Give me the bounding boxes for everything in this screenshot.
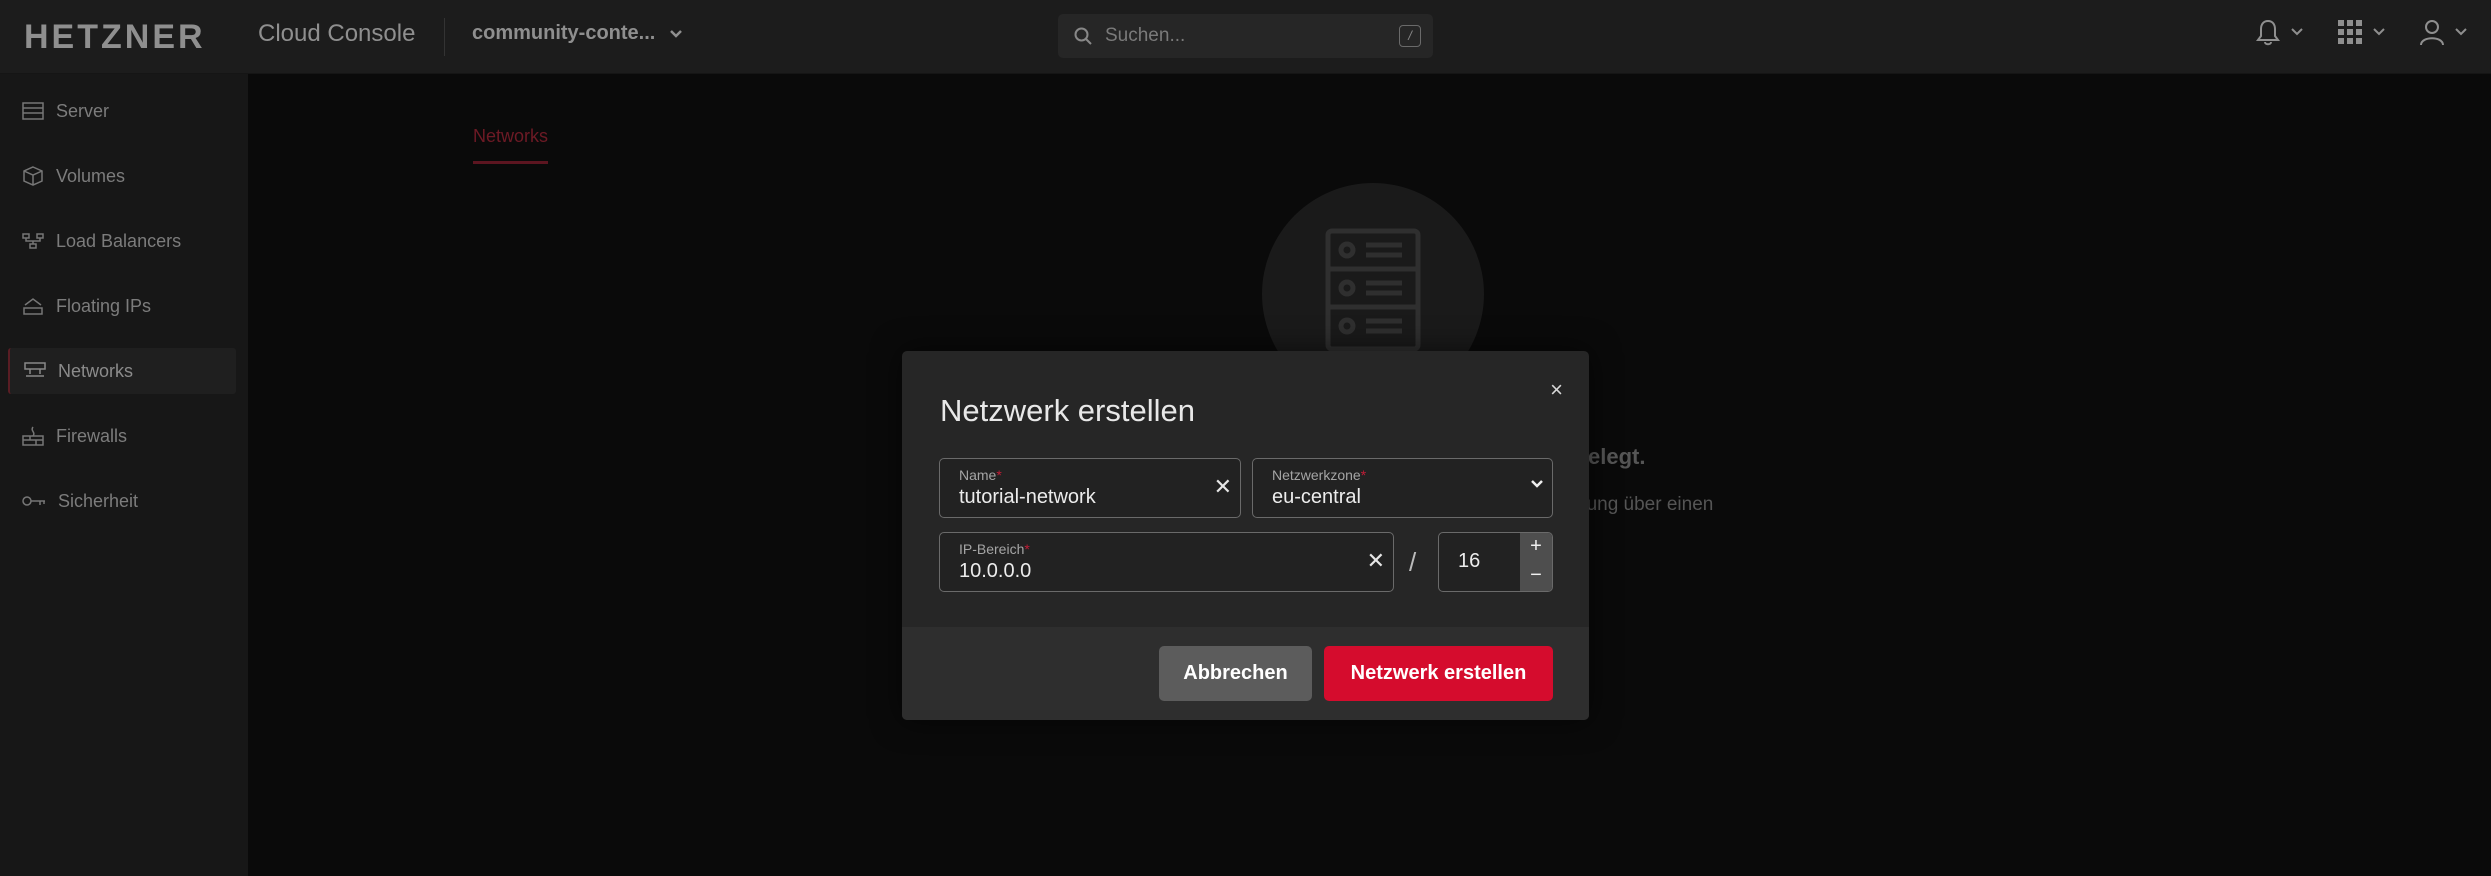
network-zone-select[interactable]: Netzwerkzone* eu-central — [1252, 458, 1553, 518]
sidebar-item-label: Networks — [58, 360, 134, 381]
sidebar-item-label: Sicherheit — [58, 490, 139, 511]
chevron-down-icon — [2455, 28, 2467, 36]
key-icon — [22, 496, 45, 506]
tab-networks[interactable]: Networks — [473, 126, 549, 164]
dialog-title: Netzwerk erstellen — [940, 393, 1195, 428]
bell-icon — [2256, 19, 2280, 46]
sidebar-item-volumes[interactable]: Volumes — [8, 153, 236, 199]
project-selector[interactable]: community-conte... — [472, 22, 683, 45]
create-network-button[interactable]: Netzwerk erstellen — [1324, 646, 1553, 701]
top-bar: HETZNER Cloud Console community-conte...… — [0, 0, 2491, 74]
stepper-controls: + − — [1520, 533, 1552, 591]
empty-state-heading: elegt. — [1588, 444, 1646, 469]
sidebar-item-label: Floating IPs — [56, 295, 152, 316]
sidebar-item-label: Load Balancers — [56, 230, 182, 251]
project-name: community-conte... — [472, 22, 656, 44]
zone-value: eu-central — [1272, 486, 1361, 508]
chevron-down-icon — [2373, 28, 2385, 36]
sidebar-item-label: Volumes — [56, 165, 126, 186]
ip-range-field[interactable]: IP-Bereich* 10.0.0.0 ✕ — [939, 532, 1394, 592]
floating-ip-icon — [23, 298, 43, 315]
account-button[interactable] — [2419, 18, 2467, 46]
close-icon[interactable]: × — [1550, 377, 1563, 403]
network-icon — [24, 362, 46, 377]
name-label: Name* — [959, 467, 1002, 483]
name-field[interactable]: Name* tutorial-network ✕ — [939, 458, 1241, 518]
load-balancer-icon — [22, 233, 44, 249]
sidebar-item-floating-ips[interactable]: Floating IPs — [8, 283, 236, 329]
cancel-button[interactable]: Abbrechen — [1159, 646, 1312, 701]
clear-name-icon[interactable]: ✕ — [1214, 474, 1232, 500]
search-placeholder: Suchen... — [1105, 25, 1186, 46]
sidebar-item-sicherheit[interactable]: Sicherheit — [8, 478, 236, 524]
chevron-down-icon — [670, 29, 683, 38]
top-actions — [2255, 18, 2467, 46]
ip-range-label: IP-Bereich* — [959, 541, 1030, 557]
user-icon — [2420, 20, 2444, 46]
sidebar-item-server[interactable]: Server — [8, 88, 236, 134]
apps-button[interactable] — [2337, 19, 2385, 45]
search-input[interactable]: Suchen... / — [1058, 14, 1433, 58]
sidebar: Server Volumes Load Balancers Floating I… — [0, 74, 248, 876]
product-name: Cloud Console — [258, 20, 416, 47]
increment-icon[interactable]: + — [1520, 533, 1552, 562]
divider — [444, 18, 445, 56]
ip-range-value: 10.0.0.0 — [959, 560, 1032, 582]
firewall-icon — [22, 426, 44, 446]
volume-icon — [23, 166, 43, 186]
prefix-length-value: 16 — [1458, 550, 1481, 572]
zone-label: Netzwerkzone* — [1272, 467, 1367, 483]
search-icon — [1074, 27, 1092, 45]
server-icon — [22, 102, 44, 120]
name-value: tutorial-network — [959, 486, 1096, 508]
create-network-dialog: Netzwerk erstellen × Name* tutorial-netw… — [902, 351, 1589, 720]
chevron-down-icon — [2291, 28, 2303, 36]
search-shortcut-hint: / — [1399, 25, 1421, 47]
decrement-icon[interactable]: − — [1520, 562, 1552, 591]
sidebar-item-firewalls[interactable]: Firewalls — [8, 413, 236, 459]
sidebar-item-label: Server — [56, 100, 110, 121]
prefix-separator: / — [1409, 547, 1417, 577]
sidebar-item-networks[interactable]: Networks — [8, 348, 236, 394]
notifications-button[interactable] — [2255, 18, 2303, 46]
sidebar-item-label: Firewalls — [56, 425, 128, 446]
grid-icon — [2338, 20, 2362, 44]
chevron-down-icon — [1531, 480, 1543, 488]
clear-ip-icon[interactable]: ✕ — [1367, 548, 1385, 574]
empty-state-text: dung über einen — [1576, 494, 1714, 515]
sidebar-item-load-balancers[interactable]: Load Balancers — [8, 218, 236, 264]
hetzner-logo[interactable]: HETZNER — [24, 18, 206, 57]
prefix-length-stepper[interactable]: 16 + − — [1438, 532, 1553, 592]
